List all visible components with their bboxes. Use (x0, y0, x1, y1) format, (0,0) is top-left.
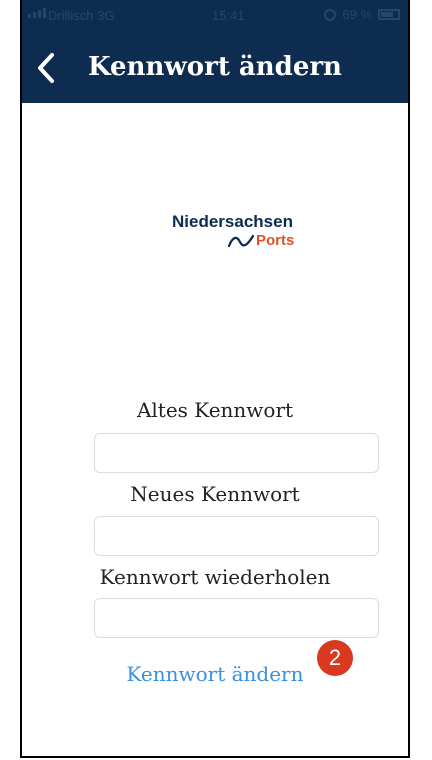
wave-icon (228, 234, 254, 247)
logo-text-niedersachsen: Niedersachsen (172, 212, 293, 231)
header: Drillisch 3G 15:41 69 % Kennwort ändern (22, 0, 408, 103)
signal-icon (28, 8, 46, 18)
lock-rotation-icon (324, 8, 337, 21)
phone-screen: Drillisch 3G 15:41 69 % Kennwort ändern … (20, 0, 410, 758)
status-bar: Drillisch 3G 15:41 69 % (22, 0, 408, 34)
old-password-label: Altes Kennwort (136, 398, 294, 422)
step-badge: 2 (317, 640, 353, 676)
old-password-field[interactable] (94, 433, 379, 473)
logo-text-ports: Ports (256, 232, 295, 249)
new-password-label: Neues Kennwort (130, 482, 300, 506)
battery-icon (378, 9, 400, 20)
new-password-field[interactable] (94, 516, 379, 556)
battery-percent: 69 % (342, 7, 372, 22)
repeat-password-field[interactable] (94, 598, 379, 638)
carrier-label: Drillisch 3G (48, 8, 115, 23)
company-logo: Niedersachsen Ports (172, 212, 322, 257)
logo-ports: Ports (228, 232, 294, 249)
navigation-bar: Kennwort ändern (22, 34, 408, 103)
status-right: 69 % (324, 7, 400, 22)
status-time: 15:41 (212, 8, 245, 23)
page-title: Kennwort ändern (88, 52, 342, 82)
repeat-password-label: Kennwort wiederholen (99, 565, 331, 589)
